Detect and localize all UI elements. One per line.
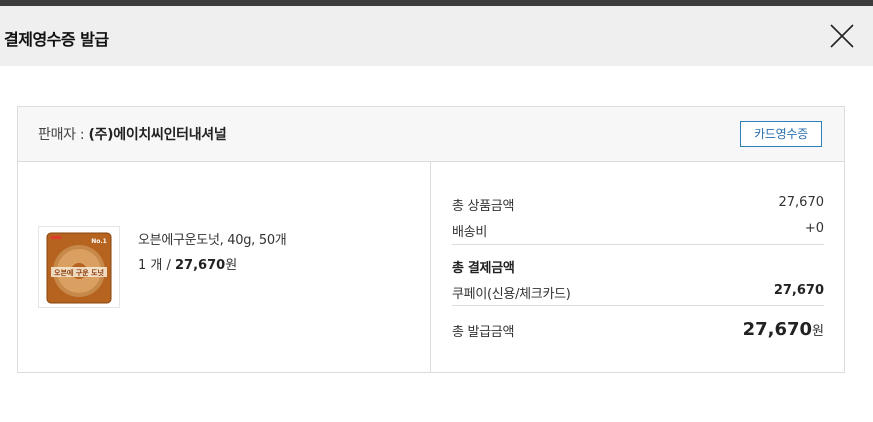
- close-button[interactable]: [826, 20, 858, 52]
- receipt-panel: 판매자 : (주)에이치씨인터내셔널 카드영수증 오븐에 구운 도넛 No.1 …: [17, 106, 845, 373]
- summary-divider-1: [452, 244, 824, 245]
- seller-header: 판매자 : (주)에이치씨인터내셔널 카드영수증: [18, 107, 844, 162]
- product-image-label: 오븐에 구운 도넛: [54, 268, 105, 277]
- dialog-title: 결제영수증 발급: [4, 30, 109, 49]
- product-image-badge: No.1: [91, 238, 107, 245]
- shipping-label: 배송비: [452, 225, 487, 240]
- issue-total-amount: 27,670: [742, 319, 813, 340]
- shipping-value: +0: [804, 221, 824, 236]
- seller-info: 판매자 : (주)에이치씨인터내셔널: [38, 124, 227, 144]
- product-image: 오븐에 구운 도넛 No.1: [46, 232, 112, 304]
- goods-amount-value: 27,670: [778, 195, 825, 210]
- payment-total-title: 총 결제금액: [452, 261, 515, 276]
- goods-amount-label: 총 상품금액: [452, 199, 515, 214]
- close-icon: [830, 24, 854, 48]
- column-divider: [430, 162, 431, 373]
- product-price-unit: 원: [225, 258, 238, 273]
- product-qty: 1 개 /: [138, 258, 176, 273]
- issue-total-unit: 원: [812, 324, 824, 339]
- product-qty-price: 1 개 / 27,670원: [138, 254, 237, 273]
- product-thumbnail: 오븐에 구운 도넛 No.1: [38, 226, 120, 308]
- issue-total-label: 총 발급금액: [452, 325, 515, 340]
- product-price: 27,670: [175, 258, 226, 273]
- product-name: 오븐에구운도넛, 40g, 50개: [138, 233, 287, 248]
- payment-method-value: 27,670: [773, 283, 824, 298]
- seller-label: 판매자 :: [38, 127, 89, 143]
- card-receipt-button[interactable]: 카드영수증: [740, 121, 822, 147]
- issue-total-value: 27,670원: [743, 319, 824, 340]
- dialog-header: 결제영수증 발급: [0, 6, 873, 66]
- payment-method-label: 쿠페이(신용/체크카드): [452, 287, 571, 302]
- summary-divider-2: [452, 305, 824, 306]
- seller-name: (주)에이치씨인터내셔널: [88, 127, 227, 143]
